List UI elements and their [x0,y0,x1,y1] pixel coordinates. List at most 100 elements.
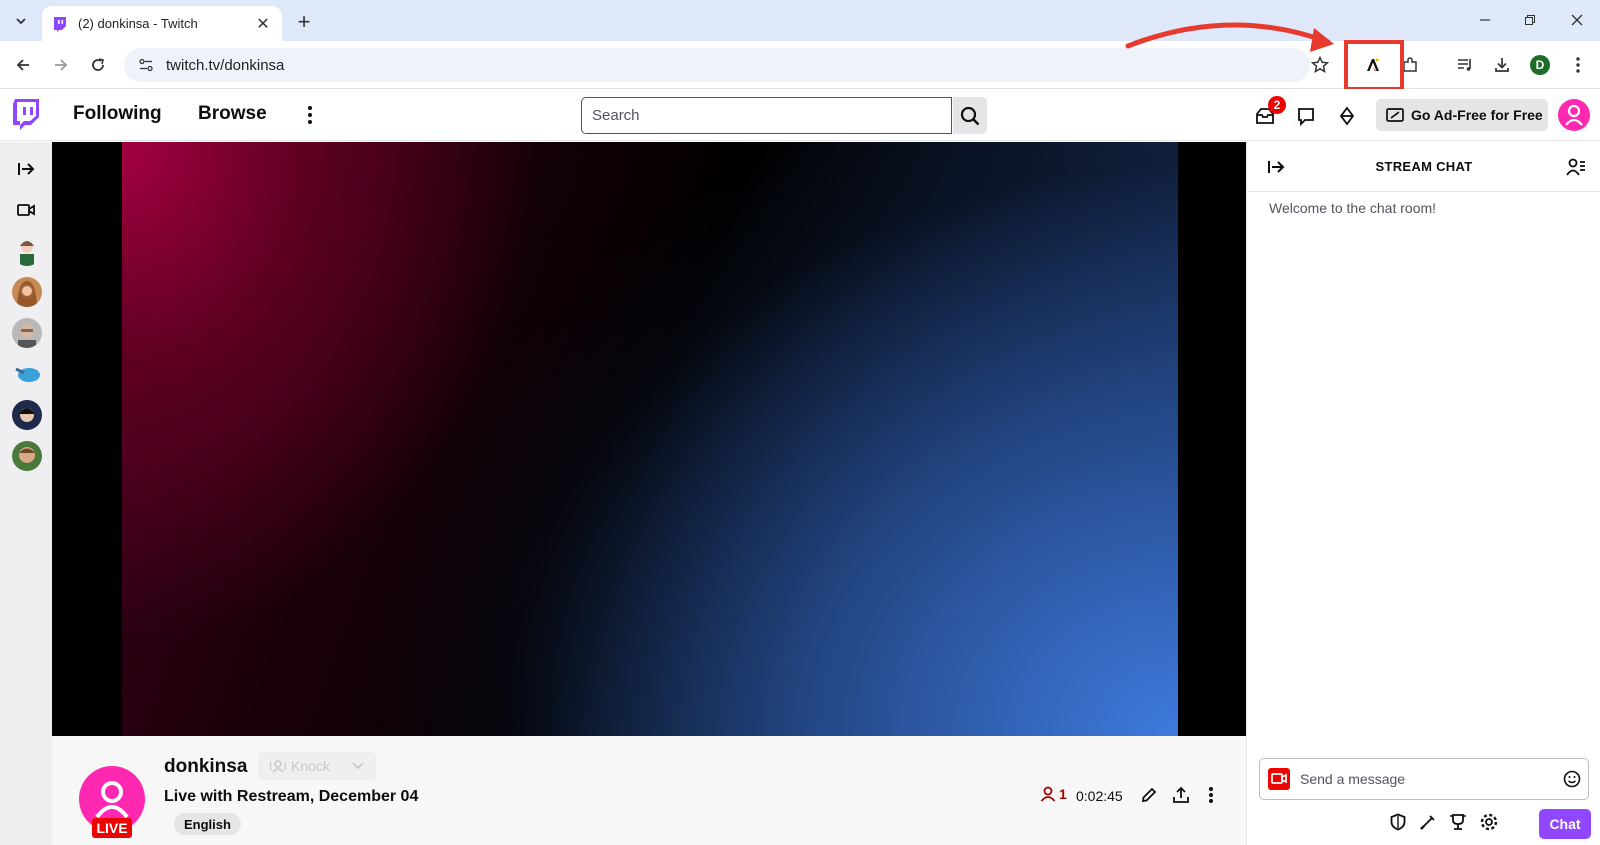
avatar-image [12,318,42,348]
reload-button[interactable] [84,51,112,79]
followed-channel-avatar[interactable] [12,318,42,348]
kebab-menu-icon [308,106,312,124]
restore-icon [1525,15,1535,25]
browser-tabstrip: (2) donkinsa - Twitch ✕ + [0,0,1600,41]
share-icon [1173,786,1189,803]
nav-browse[interactable]: Browse [198,103,267,125]
viewer-person-icon [1040,786,1056,802]
live-badge: LIVE [92,818,132,838]
site-settings-icon[interactable] [138,57,154,73]
minimize-button[interactable] [1470,8,1500,32]
kebab-menu-icon [1576,57,1580,73]
download-icon [1495,58,1509,72]
video-stream[interactable] [122,142,1178,736]
close-icon [1571,14,1583,26]
kebab-menu-icon [1209,787,1213,803]
whisper-icon [1298,108,1314,126]
more-options-button[interactable] [1198,782,1224,808]
search-button[interactable] [953,97,987,134]
side-nav-collapsed [0,142,52,845]
smiley-icon [1563,770,1581,788]
viewer-count: 1 [1040,786,1067,802]
mod-shield-button[interactable] [1385,809,1411,835]
stream-title: Live with Restream, December 04 [164,788,419,805]
avatar-image [12,277,42,307]
inbox-badge: 2 [1268,96,1286,114]
knock-button[interactable]: Knock [258,752,376,780]
stream-uptime: 0:02:45 [1076,788,1123,804]
avatar-image [12,236,42,266]
chat-camera-icon[interactable] [1268,768,1290,790]
share-button[interactable] [1168,782,1194,808]
followed-channel-avatar[interactable] [12,359,42,389]
profile-button[interactable]: D [1526,51,1554,79]
forward-button[interactable] [47,51,75,79]
chevron-down-icon [16,18,26,25]
nav-following[interactable]: Following [73,103,162,125]
nav-more-button[interactable] [300,103,320,127]
twitch-logo[interactable] [12,99,40,131]
avatar-image [12,359,42,389]
edit-stream-info-button[interactable] [1136,782,1162,808]
stream-chat-panel: STREAM CHAT Welcome to the chat room! Ch… [1246,142,1600,845]
tab-title: (2) donkinsa - Twitch [78,16,198,31]
chat-header: STREAM CHAT [1247,142,1600,192]
community-button[interactable] [1563,154,1589,180]
tab-search-dropdown[interactable] [8,8,34,34]
browser-tab[interactable]: (2) donkinsa - Twitch ✕ [42,6,282,41]
stream-tag[interactable]: English [174,813,241,835]
search-input[interactable] [581,97,952,134]
sword-icon [1420,815,1435,830]
annotation-arrow-icon [1125,22,1334,52]
prime-button[interactable] [1334,103,1360,129]
chat-input-box[interactable] [1259,758,1589,800]
arrow-left-icon [16,59,29,71]
mod-tools-button[interactable] [1415,809,1441,835]
followed-channel-avatar[interactable] [12,277,42,307]
media-controls-button[interactable] [1451,51,1479,79]
search-icon [960,106,980,125]
video-player[interactable] [52,142,1246,736]
ad-free-icon [1386,108,1404,122]
channel-name[interactable]: donkinsa [164,756,247,778]
downloads-button[interactable] [1488,51,1516,79]
close-window-button[interactable] [1562,8,1592,32]
profile-avatar: D [1530,55,1550,75]
ad-free-label: Go Ad-Free for Free [1411,107,1543,123]
emote-picker-button[interactable] [1556,763,1588,795]
chat-welcome-message: Welcome to the chat room! [1269,200,1437,216]
viewer-count-value: 1 [1059,786,1067,802]
back-button[interactable] [9,51,37,79]
user-icon [95,781,129,819]
avatar-image [12,400,42,430]
tab-close-icon[interactable]: ✕ [254,15,272,33]
chat-message-input[interactable] [1300,771,1556,787]
browser-menu-button[interactable] [1564,51,1592,79]
community-icon [1566,158,1585,176]
chevron-down-icon [352,762,364,770]
new-tab-button[interactable]: + [292,9,316,34]
playlist-icon [1458,59,1471,71]
go-ad-free-button[interactable]: Go Ad-Free for Free [1376,99,1548,131]
chat-send-button[interactable]: Chat [1539,809,1591,839]
avatar-image [12,441,42,471]
restore-button[interactable] [1515,8,1545,32]
video-camera-icon [17,204,35,216]
followed-channel-avatar[interactable] [12,400,42,430]
expand-sidenav-button[interactable] [11,154,41,184]
user-menu-avatar[interactable] [1558,99,1590,131]
annotation-highlight-box [1344,40,1404,91]
crown-gem-icon [1339,106,1355,126]
url-text: twitch.tv/donkinsa [166,56,285,74]
followed-channel-avatar[interactable] [12,441,42,471]
chat-settings-button[interactable] [1476,809,1502,835]
channel-info-bar: LIVE donkinsa Knock Live with Restream, … [52,736,1246,845]
knock-label: Knock [291,758,330,774]
whispers-button[interactable] [1293,103,1319,129]
chat-title: STREAM CHAT [1375,159,1473,174]
followed-channel-avatar[interactable] [12,236,42,266]
shield-icon [1390,813,1406,831]
predictions-button[interactable] [1445,809,1471,835]
followed-channels-button[interactable] [11,195,41,225]
reload-icon [92,58,104,71]
